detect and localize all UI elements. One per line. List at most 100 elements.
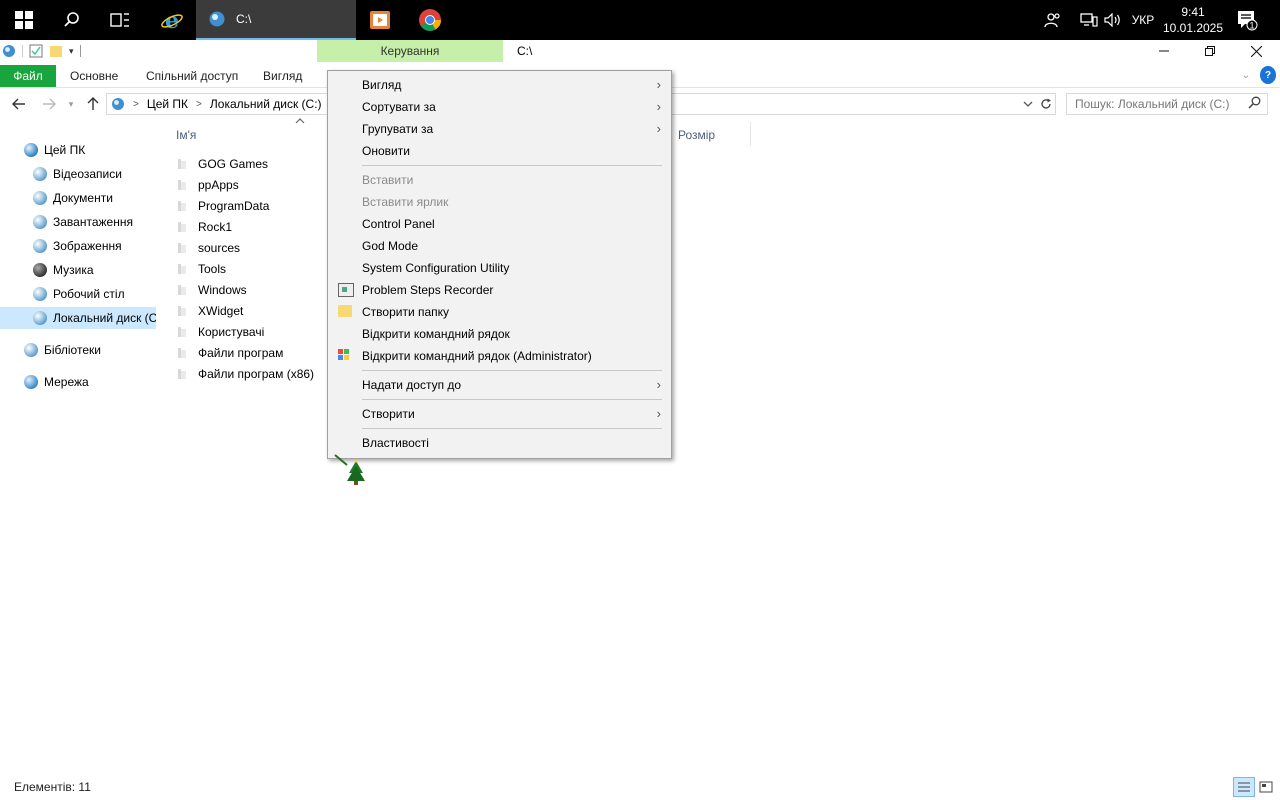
list-item[interactable]: ProgramData xyxy=(176,195,326,216)
tab-home[interactable]: Основне xyxy=(70,66,118,86)
nav-item-videos[interactable]: Відеозаписи xyxy=(0,163,156,185)
menu-item-paste-shortcut: Вставити ярлик xyxy=(328,191,671,213)
language-indicator[interactable]: УКР xyxy=(1128,0,1158,40)
menu-item-open-cmd-admin[interactable]: Відкрити командний рядок (Administrator) xyxy=(328,345,671,367)
recent-locations-chevron-icon[interactable]: ▾ xyxy=(64,93,78,115)
nav-item-libraries[interactable]: Бібліотеки xyxy=(0,339,156,361)
list-item[interactable]: Користувачі xyxy=(176,321,326,342)
new-folder-icon[interactable] xyxy=(49,44,63,58)
search-icon[interactable] xyxy=(48,0,96,40)
breadcrumb-chevron-icon[interactable]: > xyxy=(196,99,202,110)
nav-item-network[interactable]: Мережа xyxy=(0,371,156,393)
menu-item-view[interactable]: Вигляд › xyxy=(328,74,671,96)
breadcrumb-local-disk[interactable]: Локальний диск (C:) xyxy=(210,97,322,111)
menu-item-open-cmd[interactable]: Відкрити командний рядок xyxy=(328,323,671,345)
contextual-tab-manage[interactable]: Керування xyxy=(317,40,503,62)
windows-start-icon[interactable] xyxy=(0,0,48,40)
help-icon[interactable]: ? xyxy=(1260,66,1276,84)
large-icons-view-icon[interactable] xyxy=(1258,779,1274,795)
list-item[interactable]: ppApps xyxy=(176,174,326,195)
notification-icon[interactable]: 1 xyxy=(1232,0,1262,40)
folder-icon xyxy=(176,284,190,296)
properties-icon[interactable] xyxy=(29,44,43,58)
list-item[interactable]: Файли програм xyxy=(176,342,326,363)
network-icon[interactable] xyxy=(1078,0,1100,40)
folder-icon xyxy=(176,326,190,338)
folder-icon xyxy=(176,221,190,233)
column-header-name[interactable]: Ім'я xyxy=(176,124,196,146)
folder-icon xyxy=(176,263,190,275)
internet-explorer-icon[interactable]: e xyxy=(148,0,196,40)
list-item[interactable]: XWidget xyxy=(176,300,326,321)
menu-item-new[interactable]: Створити › xyxy=(328,403,671,425)
forward-arrow-icon[interactable] xyxy=(38,93,60,115)
menu-item-label: God Mode xyxy=(362,239,419,253)
nav-item-music[interactable]: Музика xyxy=(0,259,156,281)
details-view-icon[interactable] xyxy=(1233,777,1255,797)
file-name: Rock1 xyxy=(198,219,233,234)
menu-item-system-config[interactable]: System Configuration Utility xyxy=(328,257,671,279)
menu-item-new-folder[interactable]: Створити папку xyxy=(328,301,671,323)
new-folder-icon xyxy=(338,305,352,317)
task-view-icon[interactable] xyxy=(96,0,144,40)
nav-item-pictures[interactable]: Зображення xyxy=(0,235,156,257)
nav-item-label: Зображення xyxy=(53,239,122,253)
menu-item-sort-by[interactable]: Сортувати за › xyxy=(328,96,671,118)
minimize-button[interactable] xyxy=(1141,40,1187,62)
menu-item-god-mode[interactable]: God Mode xyxy=(328,235,671,257)
up-arrow-icon[interactable] xyxy=(82,93,104,115)
search-icon[interactable] xyxy=(1248,96,1261,112)
tab-file[interactable]: Файл xyxy=(0,65,56,87)
nav-item-documents[interactable]: Документи xyxy=(0,187,156,209)
close-button[interactable] xyxy=(1233,40,1279,62)
menu-item-label: Оновити xyxy=(362,144,410,158)
address-dropdown-icon[interactable] xyxy=(1020,96,1036,112)
submenu-arrow-icon: › xyxy=(656,406,661,421)
menu-item-steps-recorder[interactable]: Problem Steps Recorder xyxy=(328,279,671,301)
nav-item-label: Робочий стіл xyxy=(53,287,125,301)
restore-button[interactable] xyxy=(1187,40,1233,62)
file-name: GOG Games xyxy=(198,156,269,171)
list-item[interactable]: Windows xyxy=(176,279,326,300)
nav-item-downloads[interactable]: Завантаження xyxy=(0,211,156,233)
menu-item-label: Створити xyxy=(362,407,415,421)
network-icon xyxy=(24,375,38,389)
taskbar-explorer-window[interactable]: C:\ xyxy=(196,0,356,40)
tab-view[interactable]: Вигляд xyxy=(263,66,302,86)
column-header-size[interactable]: Розмір xyxy=(678,124,715,146)
back-arrow-icon[interactable] xyxy=(8,93,30,115)
nav-item-local-disk[interactable]: Локальний диск (C:) xyxy=(0,307,156,329)
list-item[interactable]: sources xyxy=(176,237,326,258)
menu-item-label: Групувати за xyxy=(362,122,434,136)
expand-ribbon-icon[interactable]: ⌄ xyxy=(1238,66,1254,84)
list-item[interactable]: Rock1 xyxy=(176,216,326,237)
menu-item-properties[interactable]: Властивості xyxy=(328,432,671,454)
menu-item-refresh[interactable]: Оновити xyxy=(328,140,671,162)
refresh-icon[interactable] xyxy=(1038,96,1054,112)
chrome-icon[interactable] xyxy=(406,0,454,40)
submenu-arrow-icon: › xyxy=(656,121,661,136)
customize-qat-icon[interactable]: ▾ xyxy=(69,46,74,57)
explorer-drive-icon xyxy=(209,11,225,27)
menu-item-group-by[interactable]: Групувати за › xyxy=(328,118,671,140)
search-input[interactable]: Пошук: Локальний диск (C:) xyxy=(1066,93,1268,115)
steps-recorder-icon xyxy=(338,283,354,297)
file-name: Файли програм (x86) xyxy=(198,366,315,381)
people-icon[interactable] xyxy=(1040,0,1066,40)
column-divider[interactable] xyxy=(750,122,751,146)
list-item[interactable]: GOG Games xyxy=(176,153,326,174)
volume-icon[interactable] xyxy=(1102,0,1124,40)
nav-item-this-pc[interactable]: Цей ПК xyxy=(0,139,156,161)
breadcrumb-this-pc[interactable]: Цей ПК xyxy=(147,97,188,111)
list-item[interactable]: Файли програм (x86) xyxy=(176,363,326,384)
breadcrumb-chevron-icon[interactable]: > xyxy=(133,99,139,110)
nav-item-desktop[interactable]: Робочий стіл xyxy=(0,283,156,305)
file-name: Файли програм xyxy=(198,345,284,360)
tab-share[interactable]: Спільний доступ xyxy=(146,66,238,86)
media-player-icon[interactable] xyxy=(356,0,404,40)
local-disk-icon xyxy=(33,311,47,325)
clock[interactable]: 9:41 10.01.2025 xyxy=(1160,0,1226,40)
menu-item-give-access[interactable]: Надати доступ до › xyxy=(328,374,671,396)
menu-item-control-panel[interactable]: Control Panel xyxy=(328,213,671,235)
list-item[interactable]: Tools xyxy=(176,258,326,279)
